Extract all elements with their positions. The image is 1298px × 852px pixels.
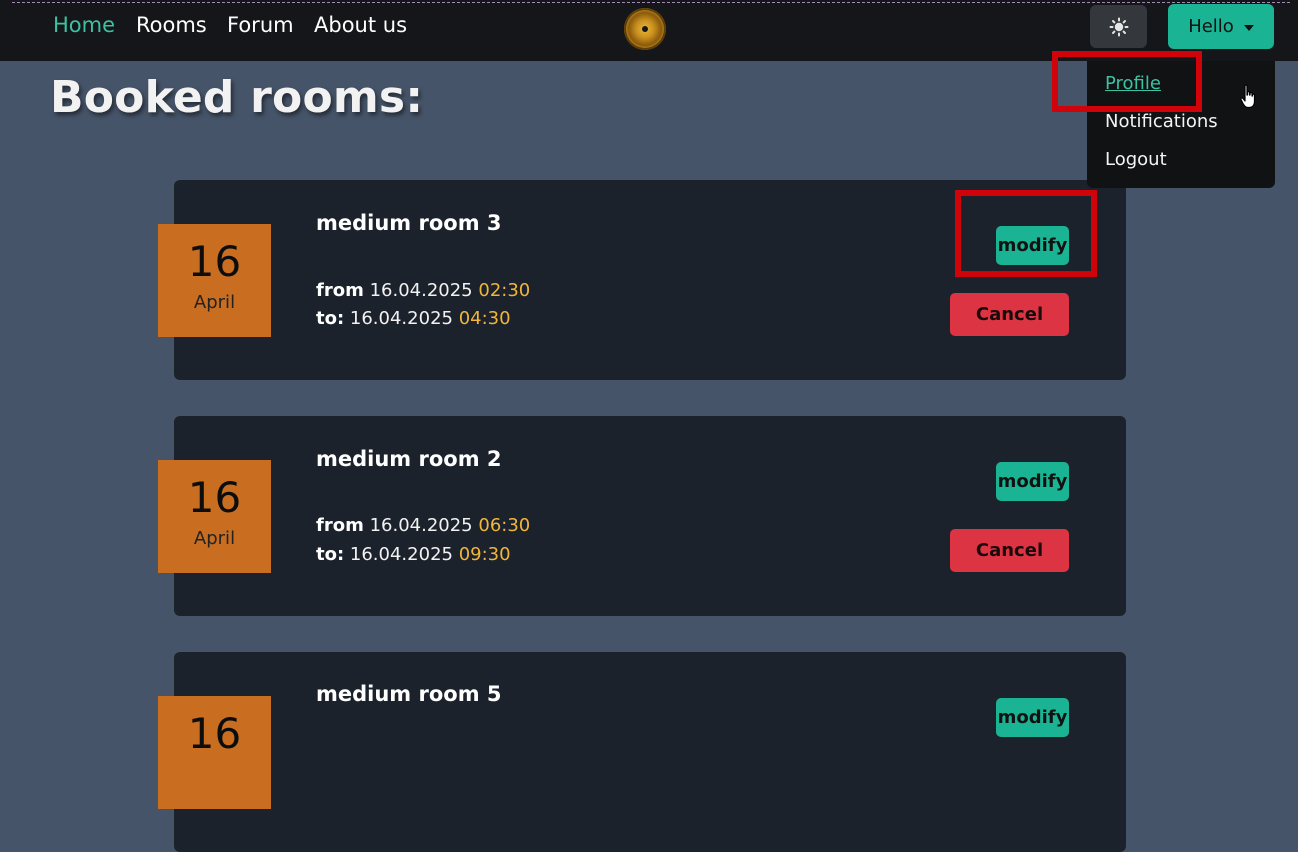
to-row: to: 16.04.2025 04:30 [316, 308, 511, 329]
booking-card: 16 medium room 5 modify [158, 652, 1126, 852]
user-menu-button[interactable]: Hello [1168, 4, 1274, 49]
date-day: 16 [187, 237, 242, 286]
from-label: from [316, 280, 364, 301]
booking-card: 16 April medium room 2 from 16.04.2025 0… [158, 416, 1126, 616]
highlight-box-modify [955, 190, 1097, 277]
from-time: 06:30 [478, 515, 531, 536]
to-date: 16.04.2025 [349, 308, 453, 329]
caret-down-icon [1243, 24, 1254, 31]
sun-icon [1109, 17, 1128, 36]
hand-pointer-cursor-icon [1240, 84, 1256, 109]
from-row: from 16.04.2025 02:30 [316, 280, 530, 301]
dropdown-item-logout[interactable]: Logout [1105, 149, 1167, 170]
room-name: medium room 5 [316, 682, 502, 706]
nav-link-home[interactable]: Home [53, 13, 115, 37]
from-date: 16.04.2025 [369, 280, 473, 301]
nav-link-forum[interactable]: Forum [227, 13, 294, 37]
date-day: 16 [187, 473, 242, 522]
date-badge: 16 April [158, 460, 271, 573]
to-label: to: [316, 544, 345, 565]
room-name: medium room 3 [316, 211, 502, 235]
from-row: from 16.04.2025 06:30 [316, 515, 530, 536]
room-name: medium room 2 [316, 447, 502, 471]
highlight-box-profile [1052, 51, 1202, 112]
theme-toggle-button[interactable] [1090, 5, 1147, 48]
date-month: April [193, 528, 236, 549]
focus-outline [12, 2, 1290, 3]
modify-button[interactable]: modify [996, 462, 1069, 501]
from-label: from [316, 515, 364, 536]
date-badge: 16 [158, 696, 271, 809]
date-day: 16 [187, 709, 242, 758]
cancel-button[interactable]: Cancel [950, 529, 1069, 572]
cancel-button[interactable]: Cancel [950, 293, 1069, 336]
dropdown-item-notifications[interactable]: Notifications [1105, 111, 1218, 132]
from-date: 16.04.2025 [369, 515, 473, 536]
date-month: April [193, 292, 236, 313]
nav-link-rooms[interactable]: Rooms [136, 13, 207, 37]
to-row: to: 16.04.2025 09:30 [316, 544, 511, 565]
to-label: to: [316, 308, 345, 329]
to-time: 04:30 [458, 308, 511, 329]
page-title: Booked rooms: [50, 72, 424, 123]
nav-link-about-us[interactable]: About us [314, 13, 407, 37]
logo-center [642, 26, 648, 32]
user-menu-label: Hello [1188, 16, 1234, 37]
from-time: 02:30 [478, 280, 531, 301]
vinyl-record-logo-icon[interactable] [624, 8, 666, 50]
date-badge: 16 April [158, 224, 271, 337]
to-time: 09:30 [458, 544, 511, 565]
to-date: 16.04.2025 [349, 544, 453, 565]
